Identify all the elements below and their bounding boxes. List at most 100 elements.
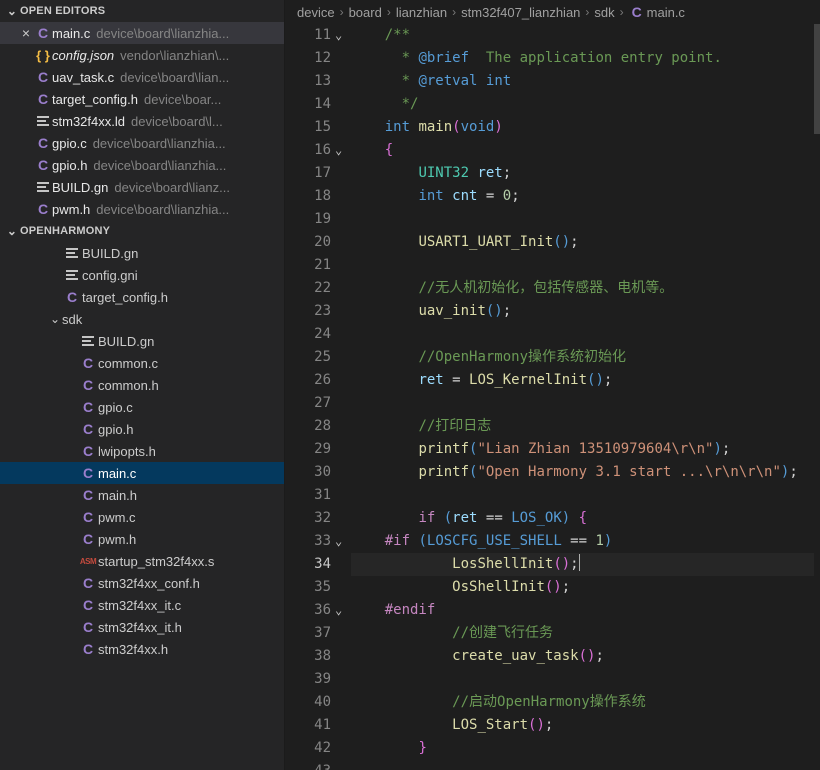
token-plain: = [444, 372, 469, 388]
open-editor-item[interactable]: Cpwm.hdevice\board\lianzhia... [0, 198, 284, 220]
tree-file[interactable]: Cstm32f4xx.h [0, 638, 284, 660]
code-line[interactable]: #endif [351, 599, 814, 622]
tree-file[interactable]: Cstm32f4xx_it.h [0, 616, 284, 638]
code-line[interactable]: printf("Open Harmony 3.1 start ...\r\n\r… [351, 461, 814, 484]
breadcrumb-segment[interactable]: stm32f407_lianzhian [461, 5, 580, 20]
code-line[interactable] [351, 208, 814, 231]
tree-item-label: target_config.h [82, 290, 168, 305]
token-kw: int [418, 188, 443, 204]
tree-item-label: main.c [98, 466, 136, 481]
fold-spacer [335, 668, 351, 691]
tree-item-label: lwipopts.h [98, 444, 156, 459]
scrollbar-thumb[interactable] [814, 24, 820, 134]
open-editor-item[interactable]: Ctarget_config.hdevice\boar... [0, 88, 284, 110]
tree-file[interactable]: Cmain.c [0, 462, 284, 484]
code-line[interactable]: //启动OpenHarmony操作系统 [351, 691, 814, 714]
open-editor-filename: gpio.h [52, 158, 87, 173]
tree-file[interactable]: Cmain.h [0, 484, 284, 506]
code-text[interactable]: /** * @brief The application entry point… [351, 24, 814, 770]
fold-marker[interactable]: ⌄ [335, 139, 351, 162]
code-line[interactable]: int main(void) [351, 116, 814, 139]
code-line[interactable]: printf("Lian Zhian 13510979604\r\n"); [351, 438, 814, 461]
code-line[interactable]: //OpenHarmony操作系统初始化 [351, 346, 814, 369]
text-file-icon [62, 270, 82, 280]
open-editor-item[interactable]: BUILD.gndevice\board\lianz... [0, 176, 284, 198]
code-line[interactable]: //打印日志 [351, 415, 814, 438]
code-line[interactable]: USART1_UART_Init(); [351, 231, 814, 254]
code-line[interactable]: } [351, 737, 814, 760]
code-line[interactable] [351, 668, 814, 691]
open-editor-item[interactable]: Cgpio.cdevice\board\lianzhia... [0, 132, 284, 154]
tree-item-label: sdk [62, 312, 82, 327]
tree-file[interactable]: Clwipopts.h [0, 440, 284, 462]
token-plain [351, 27, 385, 43]
tree-item-label: stm32f4xx_it.c [98, 598, 181, 613]
code-line[interactable]: * @retval int [351, 70, 814, 93]
code-line[interactable]: //创建飞行任务 [351, 622, 814, 645]
code-line[interactable] [351, 760, 814, 770]
code-line[interactable]: if (ret == LOS_OK) { [351, 507, 814, 530]
open-editor-item[interactable]: ×Cmain.cdevice\board\lianzhia... [0, 22, 284, 44]
fold-marker[interactable]: ⌄ [335, 24, 351, 47]
token-plain [351, 648, 452, 664]
tree-file[interactable]: Cpwm.h [0, 528, 284, 550]
fold-spacer [335, 369, 351, 392]
open-editor-item[interactable]: Cgpio.hdevice\board\lianzhia... [0, 154, 284, 176]
tree-file[interactable]: Cgpio.h [0, 418, 284, 440]
breadcrumb-segment[interactable]: device [297, 5, 335, 20]
open-editors-header[interactable]: ⌄ OPEN EDITORS [0, 0, 284, 22]
code-line[interactable]: ret = LOS_KernelInit(); [351, 369, 814, 392]
tree-file[interactable]: Cpwm.c [0, 506, 284, 528]
token-brace2: ) [604, 533, 612, 549]
tree-file[interactable]: ASMstartup_stm32f4xx.s [0, 550, 284, 572]
code-line[interactable]: LOS_Start(); [351, 714, 814, 737]
breadcrumb-segment[interactable]: sdk [594, 5, 614, 20]
tree-file[interactable]: Cstm32f4xx_conf.h [0, 572, 284, 594]
tree-file[interactable]: Ccommon.h [0, 374, 284, 396]
token-plain [351, 625, 452, 641]
code-line[interactable] [351, 392, 814, 415]
fold-marker[interactable]: ⌄ [335, 530, 351, 553]
code-line[interactable] [351, 323, 814, 346]
tree-folder[interactable]: ⌄sdk [0, 308, 284, 330]
code-line[interactable]: /** [351, 24, 814, 47]
explorer-tree: BUILD.gnconfig.gniCtarget_config.h⌄sdkBU… [0, 242, 284, 660]
code-line[interactable]: */ [351, 93, 814, 116]
fold-marker[interactable]: ⌄ [335, 599, 351, 622]
code-line[interactable]: //无人机初始化，包括传感器、电机等。 [351, 277, 814, 300]
breadcrumb-file[interactable]: main.c [647, 5, 685, 20]
tree-file[interactable]: Ccommon.c [0, 352, 284, 374]
code-line[interactable]: LosShellInit(); [351, 553, 814, 576]
breadcrumb-segment[interactable]: lianzhian [396, 5, 447, 20]
code-line[interactable]: UINT32 ret; [351, 162, 814, 185]
code-line[interactable]: { [351, 139, 814, 162]
open-editor-item[interactable]: stm32f4xx.lddevice\board\l... [0, 110, 284, 132]
fold-spacer [335, 116, 351, 139]
code-line[interactable]: OsShellInit(); [351, 576, 814, 599]
tree-file[interactable]: Ctarget_config.h [0, 286, 284, 308]
tree-file[interactable]: Cstm32f4xx_it.c [0, 594, 284, 616]
vertical-scrollbar[interactable] [814, 24, 820, 770]
code-line[interactable]: uav_init(); [351, 300, 814, 323]
fold-gutter[interactable]: ⌄ ⌄ ⌄ ⌄ [335, 24, 351, 770]
code-line[interactable]: int cnt = 0; [351, 185, 814, 208]
explorer-root-header[interactable]: ⌄ OPENHARMONY [0, 220, 284, 242]
open-editor-item[interactable]: { }config.jsonvendor\lianzhian\... [0, 44, 284, 66]
tree-item-label: BUILD.gn [98, 334, 154, 349]
code-line[interactable] [351, 484, 814, 507]
tree-file[interactable]: BUILD.gn [0, 242, 284, 264]
code-line[interactable]: #if (LOSCFG_USE_SHELL == 1) [351, 530, 814, 553]
breadcrumb-segment[interactable]: board [349, 5, 382, 20]
tree-file[interactable]: config.gni [0, 264, 284, 286]
tree-file[interactable]: BUILD.gn [0, 330, 284, 352]
code-area[interactable]: 1112131415161718192021222324252627282930… [285, 24, 820, 770]
tree-file[interactable]: Cgpio.c [0, 396, 284, 418]
breadcrumb[interactable]: device›board›lianzhian›stm32f407_lianzhi… [285, 0, 820, 24]
token-plain [351, 717, 452, 733]
token-func: USART1_UART_Init [418, 234, 553, 250]
close-icon[interactable]: × [18, 25, 34, 41]
code-line[interactable]: create_uav_task(); [351, 645, 814, 668]
code-line[interactable]: * @brief The application entry point. [351, 47, 814, 70]
code-line[interactable] [351, 254, 814, 277]
open-editor-item[interactable]: Cuav_task.cdevice\board\lian... [0, 66, 284, 88]
